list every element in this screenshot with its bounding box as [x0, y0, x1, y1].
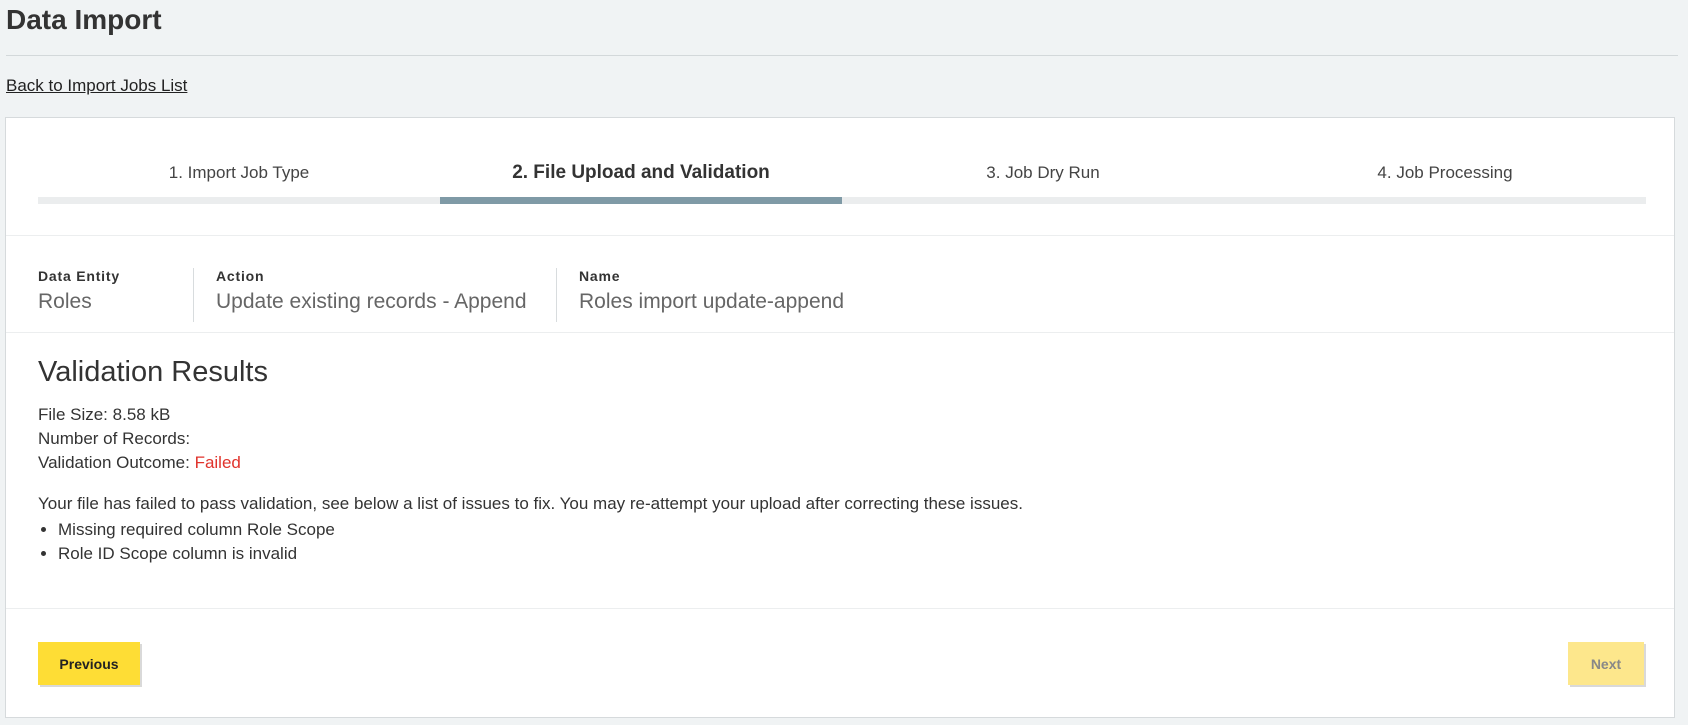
meta-data-entity: Data Entity Roles [38, 268, 120, 322]
list-item: Missing required column Role Scope [58, 518, 335, 542]
section-divider [6, 332, 1674, 333]
step-job-processing[interactable]: 4. Job Processing [1244, 118, 1646, 236]
list-item: Role ID Scope column is invalid [58, 542, 335, 566]
meta-name: Name Roles import update-append [579, 268, 844, 322]
page-title: Data Import [6, 4, 162, 35]
step-job-dry-run[interactable]: 3. Job Dry Run [842, 118, 1244, 236]
action-value: Update existing records - Append [216, 290, 527, 313]
name-value: Roles import update-append [579, 290, 845, 313]
records-row: Number of Records: [38, 429, 190, 449]
step-label: 2. File Upload and Validation [512, 162, 770, 183]
step-progress-bar [440, 197, 842, 204]
step-progress-bar [1244, 197, 1646, 204]
file-size-label: File Size: [38, 405, 108, 424]
action-label: Action [216, 268, 265, 284]
next-button[interactable]: Next [1568, 642, 1644, 685]
validation-message: Your file has failed to pass validation,… [38, 494, 1023, 513]
data-entity-value: Roles [38, 290, 92, 313]
validation-outcome-row: Validation Outcome: Failed [38, 453, 241, 473]
step-label: 3. Job Dry Run [986, 163, 1100, 182]
section-divider [6, 235, 1674, 236]
import-card: 1. Import Job Type 2. File Upload and Va… [5, 117, 1675, 718]
meta-separator [193, 268, 194, 322]
validation-results-title: Validation Results [38, 356, 268, 388]
step-label: 1. Import Job Type [168, 163, 310, 182]
issues-list: Missing required column Role Scope Role … [38, 518, 335, 566]
previous-button[interactable]: Previous [38, 642, 140, 685]
validation-outcome-status: Failed [194, 453, 241, 472]
step-progress-bar [842, 197, 1244, 204]
records-label: Number of Records: [38, 429, 191, 448]
section-divider [6, 608, 1674, 609]
data-entity-label: Data Entity [38, 268, 120, 284]
meta-separator [556, 268, 557, 322]
step-import-job-type[interactable]: 1. Import Job Type [38, 118, 440, 236]
file-size-row: File Size: 8.58 kB [38, 405, 170, 425]
stepper: 1. Import Job Type 2. File Upload and Va… [38, 118, 1646, 236]
meta-action: Action Update existing records - Append [216, 268, 527, 322]
step-file-upload-validation[interactable]: 2. File Upload and Validation [440, 118, 842, 236]
validation-outcome-label: Validation Outcome: [38, 453, 190, 472]
title-divider [6, 55, 1678, 56]
name-label: Name [579, 268, 621, 284]
file-size-value: 8.58 kB [112, 405, 171, 424]
back-to-jobs-link[interactable]: Back to Import Jobs List [6, 76, 187, 96]
step-progress-bar [38, 197, 440, 204]
step-label: 4. Job Processing [1377, 163, 1513, 182]
